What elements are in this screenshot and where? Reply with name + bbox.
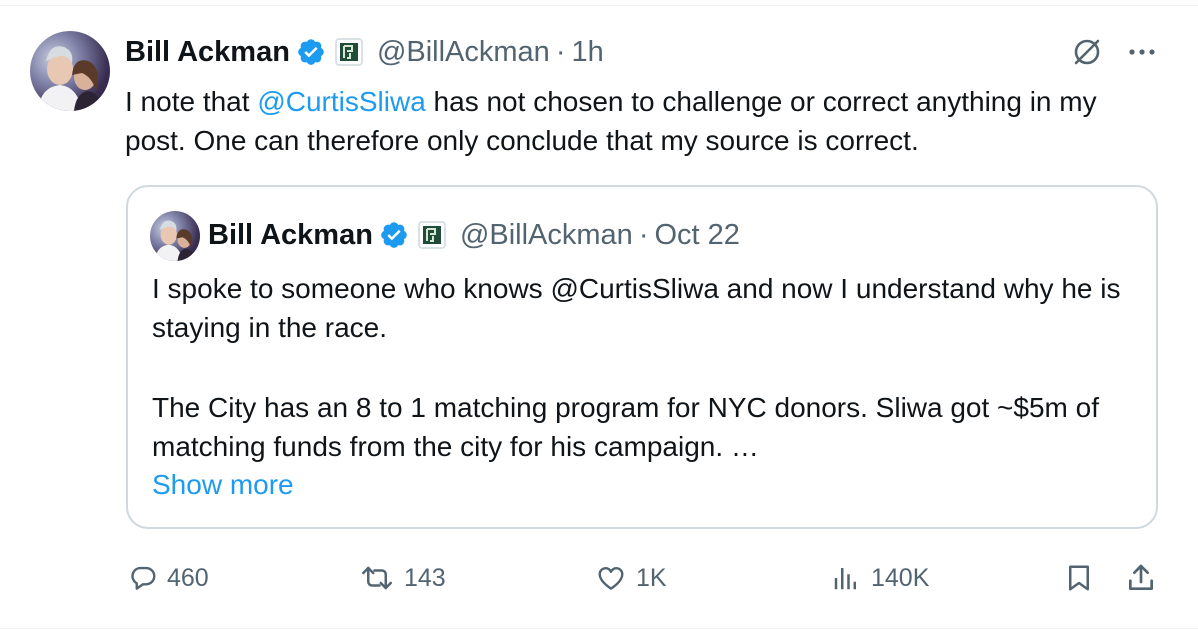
repost-icon <box>362 566 392 590</box>
show-more-link[interactable]: Show more <box>152 469 294 501</box>
avatar[interactable] <box>30 31 110 111</box>
views-icon <box>834 568 856 590</box>
quoted-header: Bill Ackman @BillAckman · Oct 22 <box>208 217 740 253</box>
quoted-avatar[interactable] <box>150 211 200 261</box>
quoted-paragraph: I spoke to someone who knows @CurtisSliw… <box>152 273 1121 343</box>
separator-dot: · <box>638 218 649 251</box>
more-icon[interactable] <box>1124 34 1160 70</box>
reply-icon <box>131 566 156 590</box>
tweet-header: Bill Ackman @BillAckman · 1h <box>125 34 604 70</box>
bottom-divider <box>0 628 1198 629</box>
quoted-text: I spoke to someone who knows @CurtisSliw… <box>152 269 1142 466</box>
repost-count: 143 <box>404 563 446 592</box>
timestamp[interactable]: 1h <box>571 36 603 69</box>
reply-count: 460 <box>167 563 209 592</box>
tweet-text-start: I note that <box>125 86 258 117</box>
like-count: 1K <box>636 563 667 592</box>
author-name[interactable]: Bill Ackman <box>125 36 290 69</box>
quoted-timestamp[interactable]: Oct 22 <box>654 219 739 252</box>
share-button[interactable] <box>1125 556 1157 600</box>
verified-badge-icon[interactable] <box>379 220 409 250</box>
like-button[interactable]: 1K <box>595 556 667 600</box>
quoted-author-handle[interactable]: @BillAckman <box>460 219 633 252</box>
share-icon <box>1129 564 1153 590</box>
quoted-paragraph: The City has an 8 to 1 matching program … <box>152 392 1100 462</box>
affiliate-badge-icon[interactable] <box>335 38 363 66</box>
repost-button[interactable]: 143 <box>359 556 446 600</box>
like-icon <box>598 567 624 590</box>
verified-badge-icon[interactable] <box>296 37 326 67</box>
quoted-tweet[interactable]: Bill Ackman @BillAckman · Oct 22 I spoke… <box>126 185 1158 529</box>
mention-link[interactable]: @CurtisSliwa <box>257 86 425 117</box>
views-count: 140K <box>871 563 930 592</box>
views-button[interactable]: 140K <box>830 556 929 600</box>
action-bar: 460 143 1K 140K <box>0 556 1198 600</box>
reply-button[interactable]: 460 <box>128 556 209 600</box>
quoted-author-name[interactable]: Bill Ackman <box>208 219 373 252</box>
affiliate-badge-icon[interactable] <box>418 221 446 249</box>
separator-dot: · <box>555 35 566 68</box>
grok-icon[interactable] <box>1069 34 1105 70</box>
tweet-text: I note that @CurtisSliwa has not chosen … <box>125 82 1165 160</box>
top-divider <box>0 5 1198 6</box>
author-handle[interactable]: @BillAckman <box>377 36 550 69</box>
bookmark-icon <box>1069 565 1089 591</box>
bookmark-button[interactable] <box>1064 556 1094 600</box>
